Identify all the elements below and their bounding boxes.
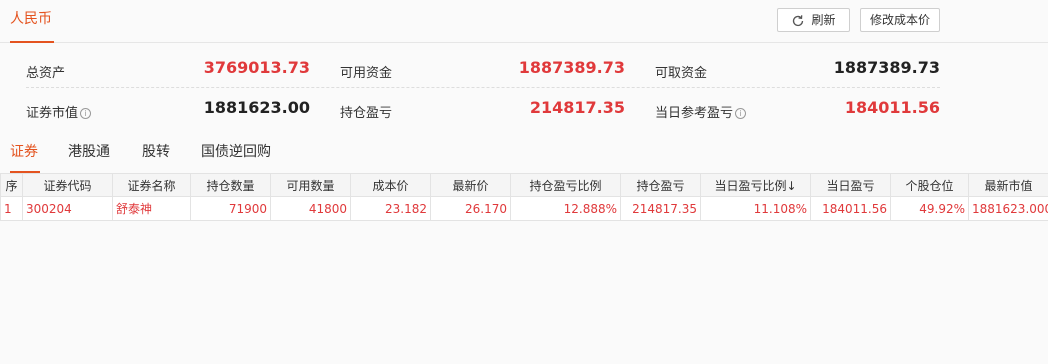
col-cost-price[interactable]: 成本价	[350, 173, 431, 197]
tab-hk-connect[interactable]: 港股通	[68, 140, 110, 173]
cell-latest-price: 26.170	[430, 196, 511, 221]
section-tabs: 证券 港股通 股转 国债逆回购	[0, 140, 1048, 173]
withdrawable-funds-value: 1887389.73	[833, 58, 940, 77]
modify-cost-button[interactable]: 修改成本价	[860, 8, 940, 32]
col-today-pl[interactable]: 当日盈亏	[810, 173, 891, 197]
available-funds-value: 1887389.73	[518, 58, 625, 77]
total-assets-label: 总资产	[26, 66, 66, 81]
info-icon[interactable]: i	[735, 108, 747, 119]
summary-row-1: 总资产 3769013.73 可用资金 1887389.73 可取资金 1887…	[26, 52, 940, 88]
today-pl-label: 当日参考盈亏	[655, 106, 734, 121]
cell-today-pl-ratio: 11.108%	[700, 196, 811, 221]
tab-securities[interactable]: 证券	[10, 140, 40, 173]
summary-row-2: 证券市值 i 1881623.00 持仓盈亏 214817.35 当日参考盈亏 i …	[26, 92, 940, 128]
today-pl-value: 184011.56	[844, 98, 940, 117]
cell-position-qty: 71900	[190, 196, 271, 221]
tab-share-transfer[interactable]: 股转	[142, 140, 170, 173]
market-value-value: 1881623.00	[203, 98, 310, 117]
table-header-row: 序 证券代码 证券名称 持仓数量 可用数量 成本价 最新价 持仓盈亏比例 持仓盈…	[0, 173, 1048, 197]
cell-position-pl: 214817.35	[620, 196, 701, 221]
col-latest-market-value[interactable]: 最新市值	[968, 173, 1048, 197]
today-pl: 当日参考盈亏 i 184011.56	[655, 92, 940, 128]
holdings-table: 序 证券代码 证券名称 持仓数量 可用数量 成本价 最新价 持仓盈亏比例 持仓盈…	[0, 173, 1048, 221]
col-index[interactable]: 序	[0, 173, 23, 197]
withdrawable-funds: 可取资金 1887389.73	[655, 52, 940, 88]
currency-bar: 人民币 刷新 修改成本价	[0, 0, 1048, 43]
position-pl-value: 214817.35	[529, 98, 625, 117]
market-value: 证券市值 i 1881623.00	[26, 92, 310, 128]
market-value-label: 证券市值	[26, 106, 79, 121]
col-today-pl-ratio[interactable]: 当日盈亏比例↓	[700, 173, 811, 197]
col-latest-price[interactable]: 最新价	[430, 173, 511, 197]
position-pl-label: 持仓盈亏	[340, 106, 393, 121]
refresh-icon	[791, 13, 805, 27]
table-row[interactable]: 1 300204 舒泰神 71900 41800 23.182 26.170 1…	[0, 196, 1048, 221]
available-funds-label: 可用资金	[340, 66, 393, 81]
cell-today-pl: 184011.56	[810, 196, 891, 221]
cell-latest-market-value: 1881623.000	[968, 196, 1048, 221]
col-stock-weight[interactable]: 个股仓位	[890, 173, 969, 197]
col-position-pl[interactable]: 持仓盈亏	[620, 173, 701, 197]
col-position-pl-ratio[interactable]: 持仓盈亏比例	[510, 173, 621, 197]
cell-name: 舒泰神	[112, 196, 191, 221]
cell-index: 1	[0, 196, 23, 221]
cell-position-pl-ratio: 12.888%	[510, 196, 621, 221]
tab-rmb[interactable]: 人民币	[10, 0, 54, 43]
cell-code: 300204	[22, 196, 113, 221]
available-funds: 可用资金 1887389.73	[340, 52, 625, 88]
col-name[interactable]: 证券名称	[112, 173, 191, 197]
refresh-button[interactable]: 刷新	[777, 8, 850, 32]
position-pl: 持仓盈亏 214817.35	[340, 92, 625, 128]
total-assets: 总资产 3769013.73	[26, 52, 310, 88]
cell-cost-price: 23.182	[350, 196, 431, 221]
tab-reverse-repo[interactable]: 国债逆回购	[201, 140, 271, 173]
withdrawable-funds-label: 可取资金	[655, 66, 708, 81]
refresh-label: 刷新	[811, 13, 836, 27]
cell-available-qty: 41800	[270, 196, 351, 221]
total-assets-value: 3769013.73	[203, 58, 310, 77]
col-position-qty[interactable]: 持仓数量	[190, 173, 271, 197]
col-available-qty[interactable]: 可用数量	[270, 173, 351, 197]
col-code[interactable]: 证券代码	[22, 173, 113, 197]
cell-stock-weight: 49.92%	[890, 196, 969, 221]
info-icon[interactable]: i	[80, 108, 92, 119]
